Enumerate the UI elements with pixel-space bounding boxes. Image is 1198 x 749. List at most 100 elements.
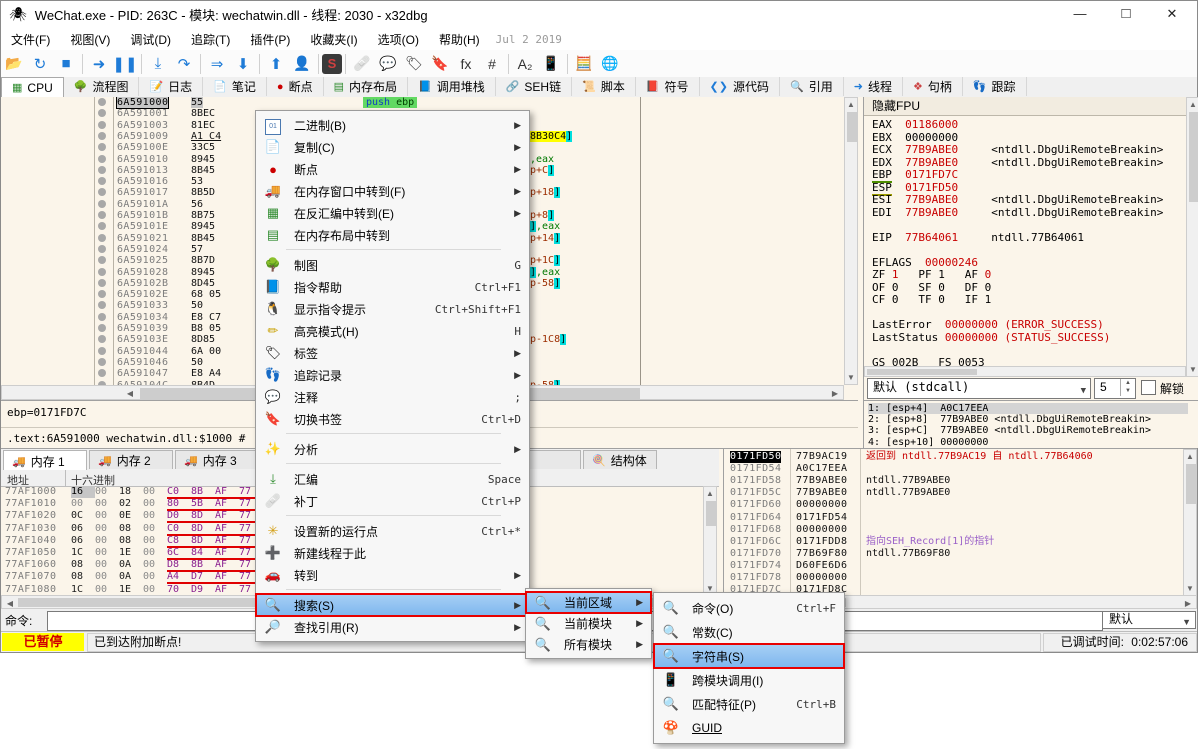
register-line[interactable]: LastStatus 00000000 (STATUS_SUCCESS) [872, 332, 1110, 345]
spinner-buttons[interactable]: ▲▼ [1120, 379, 1135, 396]
bottom-scroll-left-icon[interactable]: ◀ [4, 599, 16, 608]
stack-panel[interactable]: 0171FD5077B9AC19返回到 ntdll.77B9AC19 自 ntd… [723, 449, 1198, 596]
menu-item-string-references[interactable]: 🔍字符串(S) [654, 644, 844, 668]
dump-tab-内存 3[interactable]: 🚚内存 3 [175, 450, 259, 469]
register-line[interactable]: EIP 77B64061 ntdll.77B64061 [872, 232, 1084, 245]
tab-日志[interactable]: 📝日志 [139, 77, 203, 96]
stack-row[interactable]: 0171FD54A0C17EEA [724, 463, 1184, 475]
attach-icon[interactable]: 👤 [289, 52, 315, 76]
menu-item-set-new-origin[interactable]: ✳设置新的运行点Ctrl+* [256, 520, 529, 542]
breakpoint-dot-icon[interactable] [98, 188, 106, 196]
maximize-button[interactable]: □ [1103, 0, 1149, 27]
argument-count-spinner[interactable]: 5 ▲▼ [1094, 378, 1136, 399]
tab-笔记[interactable]: 📄笔记 [203, 77, 267, 96]
menubar-item[interactable]: 视图(V) [60, 29, 120, 50]
menubar-item[interactable]: 追踪(T) [181, 29, 240, 50]
breakpoint-dot-icon[interactable] [98, 347, 106, 355]
breakpoint-dot-icon[interactable] [98, 177, 106, 185]
menubar-item[interactable]: 文件(F) [1, 29, 60, 50]
breakpoint-dot-icon[interactable] [98, 143, 106, 151]
menu-item-copy[interactable]: 📄复制(C)▶ [256, 136, 529, 158]
stack-row[interactable]: 0171FD74D60FE6D6 [724, 560, 1184, 572]
dump-vscrollbar[interactable]: ▲ ▼ [703, 486, 717, 596]
menu-item-graph[interactable]: 🌳制图G [256, 254, 529, 276]
step-into-icon[interactable]: ⤓ [145, 52, 171, 76]
menu-item-guid[interactable]: 🍄GUID [654, 716, 844, 740]
tab-线程[interactable]: ➜线程 [844, 77, 903, 96]
patch-icon[interactable]: 🩹 [349, 52, 375, 76]
registers-vscrollbar[interactable]: ▲ ▼ [1186, 97, 1198, 377]
menu-item-toggle-bookmark[interactable]: 🔖切换书签Ctrl+D [256, 408, 529, 430]
stack-scroll-up-icon[interactable]: ▲ [1184, 452, 1196, 461]
tab-引用[interactable]: 🔍引用 [780, 77, 844, 96]
menu-item-follow-in-disasm[interactable]: ▦在反汇编中转到(E)▶ [256, 202, 529, 224]
menu-item-all-modules[interactable]: 🔍所有模块▶ [526, 634, 651, 655]
stack-row[interactable]: 0171FD7077B69F80ntdll.77B69F80 [724, 548, 1184, 560]
open-file-icon[interactable]: 📂 [1, 52, 27, 76]
menu-item-highlight-mode[interactable]: ✏高亮模式(H)H [256, 320, 529, 342]
menu-item-command[interactable]: 🔍命令(O)Ctrl+F [654, 596, 844, 620]
scylla-icon[interactable]: S [322, 54, 342, 74]
menu-item-current-region[interactable]: 🔍当前区域▶ [526, 592, 651, 613]
stack-vscroll-thumb[interactable] [1186, 464, 1196, 504]
breakpoint-dot-icon[interactable] [98, 279, 106, 287]
stack-row[interactable]: 0171FD6800000000 [724, 524, 1184, 536]
modules-icon[interactable]: 📱 [538, 52, 564, 76]
menubar-item[interactable]: 选项(O) [368, 29, 429, 50]
scroll-left-icon[interactable]: ◀ [124, 389, 136, 398]
menu-item-patch[interactable]: 🩹补丁Ctrl+P [256, 490, 529, 512]
breakpoint-dot-icon[interactable] [98, 222, 106, 230]
menu-item-show-mnemonic-brief[interactable]: 🐧显示指令提示Ctrl+Shift+F1 [256, 298, 529, 320]
menu-item-label[interactable]: 🏷标签▶ [256, 342, 529, 364]
tab-符号[interactable]: 📕符号 [636, 77, 700, 96]
dump-scroll-up-icon[interactable]: ▲ [704, 489, 716, 498]
step-out-icon[interactable]: ⬇ [230, 52, 256, 76]
argument-row[interactable]: 1: [esp+4] A0C17EEA [868, 403, 1188, 414]
tab-SEH链[interactable]: 🔗SEH链 [496, 77, 572, 96]
dump-tab-内存 1[interactable]: 🚚内存 1 [3, 450, 87, 471]
scroll-down-icon[interactable]: ▼ [845, 373, 857, 382]
stack-row[interactable]: 0171FD640171FD54 [724, 512, 1184, 524]
breakpoint-dot-icon[interactable] [98, 369, 106, 377]
scroll-right-icon[interactable]: ▶ [829, 389, 841, 398]
menubar-item[interactable]: 帮助(H) [429, 29, 490, 50]
hide-fpu-button[interactable]: 隐藏FPU [864, 97, 1186, 116]
register-line[interactable]: CF 0 TF 0 IF 1 [872, 294, 991, 307]
registers-hscroll-thumb[interactable] [867, 369, 977, 375]
breakpoint-dot-icon[interactable] [98, 211, 106, 219]
reg-scroll-down-icon[interactable]: ▼ [1187, 365, 1198, 374]
minimize-button[interactable]: — [1057, 0, 1103, 27]
menu-item-find-references[interactable]: 🔎查找引用(R)▶ [256, 616, 529, 638]
disasm-vscrollbar[interactable]: ▲ ▼ [844, 97, 858, 385]
menu-item-binary[interactable]: 01二进制(B)▶ [256, 114, 529, 136]
calling-convention-select[interactable]: 默认 (stdcall) ▼ [867, 378, 1091, 399]
tab-句柄[interactable]: ❖句柄 [903, 77, 963, 96]
step-over-icon[interactable]: ↷ [171, 52, 197, 76]
menu-item-pattern[interactable]: 🔍匹配特征(P)Ctrl+B [654, 692, 844, 716]
menu-item-comment[interactable]: 💬注释; [256, 386, 529, 408]
breakpoint-dot-icon[interactable] [98, 245, 106, 253]
menu-item-trace-record[interactable]: 👣追踪记录▶ [256, 364, 529, 386]
stack-scroll-down-icon[interactable]: ▼ [1184, 584, 1196, 593]
dump-tab-内存 2[interactable]: 🚚内存 2 [89, 450, 173, 469]
disasm-row[interactable]: 6A59100055push ebp [1, 97, 844, 108]
breakpoint-dot-icon[interactable] [98, 268, 106, 276]
breakpoint-dot-icon[interactable] [98, 200, 106, 208]
breakpoint-dot-icon[interactable] [98, 290, 106, 298]
register-line[interactable]: GS 002B FS 0053 [872, 357, 985, 370]
pause-icon[interactable]: ❚❚ [112, 52, 138, 76]
menu-item-follow-in-dump[interactable]: 🚚在内存窗口中转到(F)▶ [256, 180, 529, 202]
breakpoint-dot-icon[interactable] [98, 109, 106, 117]
command-mode-select[interactable]: 默认 ▼ [1102, 611, 1196, 629]
breakpoint-dot-icon[interactable] [98, 301, 106, 309]
menubar-item[interactable]: 收藏夹(I) [300, 29, 367, 50]
breakpoint-dot-icon[interactable] [98, 324, 106, 332]
functions-icon[interactable]: fx [453, 52, 479, 76]
scroll-up-icon[interactable]: ▲ [845, 100, 857, 109]
menu-item-assemble[interactable]: ⤓汇编Space [256, 468, 529, 490]
stack-row[interactable]: 0171FD6000000000 [724, 499, 1184, 511]
breakpoint-dot-icon[interactable] [98, 166, 106, 174]
argument-row[interactable]: 4: [esp+10] 00000000 [868, 437, 1188, 448]
comments-icon[interactable]: 💬 [375, 52, 401, 76]
run-to-user-code-icon[interactable]: ⇒ [204, 52, 230, 76]
